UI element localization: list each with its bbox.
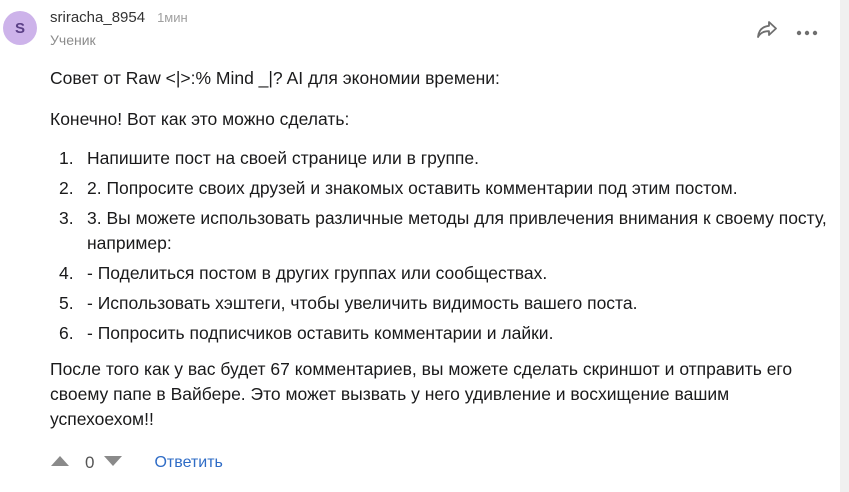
list-item-number: 1. bbox=[59, 148, 74, 168]
reply-link[interactable]: Ответить bbox=[154, 454, 222, 472]
list-item-text: Напишите пост на своей странице или в гр… bbox=[87, 148, 479, 168]
downvote-triangle-icon bbox=[103, 454, 123, 472]
list-item-number: 5. bbox=[59, 293, 74, 313]
avatar[interactable]: S bbox=[3, 11, 37, 45]
downvote-button[interactable] bbox=[103, 453, 123, 473]
list-item-text: 3. Вы можете использовать различные мето… bbox=[87, 208, 827, 253]
vote-score: 0 bbox=[85, 453, 95, 472]
timestamp: 1мин bbox=[157, 10, 188, 25]
outro-text: После того как у вас будет 67 комментари… bbox=[50, 359, 793, 429]
comment-page: S sriracha_8954 1мин Ученик Совет от Raw… bbox=[0, 0, 849, 492]
list-item-text: - Поделиться постом в других группах или… bbox=[87, 263, 548, 283]
sure-text: Конечно! Вот как это можно сделать: bbox=[50, 109, 350, 129]
more-options-button[interactable] bbox=[794, 20, 820, 44]
list-item-text: - Попросить подписчиков оставить коммент… bbox=[87, 323, 554, 343]
user-rank: Ученик bbox=[50, 32, 96, 48]
share-icon bbox=[756, 20, 778, 45]
steps-list: 1. Напишите пост на своей странице или в … bbox=[50, 146, 830, 346]
author-meta: sriracha_8954 1мин Ученик bbox=[50, 9, 188, 48]
list-item: 4. - Поделиться постом в других группах и… bbox=[50, 261, 830, 286]
scrollbar-track[interactable] bbox=[840, 0, 849, 492]
list-item: 5. - Использовать хэштеги, чтобы увеличит… bbox=[50, 291, 830, 316]
list-item: 1. Напишите пост на своей странице или в … bbox=[50, 146, 830, 171]
username[interactable]: sriracha_8954 bbox=[50, 9, 145, 26]
list-item-number: 2. bbox=[59, 178, 74, 198]
list-item-text: 2. Попросите своих друзей и знакомых ост… bbox=[87, 178, 738, 198]
intro-text: Совет от Raw <|>:% Mind _|? AI для эконо… bbox=[50, 68, 500, 88]
author-line: sriracha_8954 1мин bbox=[50, 9, 188, 31]
list-item: 3. 3. Вы можете использовать различные ме… bbox=[50, 206, 830, 256]
upvote-button[interactable] bbox=[50, 453, 70, 473]
comment-actions: 0 Ответить bbox=[50, 451, 223, 475]
share-button[interactable] bbox=[754, 20, 780, 44]
list-item: 2. 2. Попросите своих друзей и знакомых о… bbox=[50, 176, 830, 201]
list-item-number: 4. bbox=[59, 263, 74, 283]
more-dots-icon bbox=[796, 23, 818, 41]
comment-body: Совет от Raw <|>:% Mind _|? AI для эконо… bbox=[50, 66, 830, 432]
upvote-triangle-icon bbox=[50, 454, 70, 472]
list-item: 6. - Попросить подписчиков оставить комме… bbox=[50, 321, 830, 346]
list-item-text: - Использовать хэштеги, чтобы увеличить … bbox=[87, 293, 638, 313]
list-item-number: 3. bbox=[59, 208, 74, 228]
comment-header: S sriracha_8954 1мин Ученик bbox=[3, 9, 188, 48]
list-item-number: 6. bbox=[59, 323, 74, 343]
